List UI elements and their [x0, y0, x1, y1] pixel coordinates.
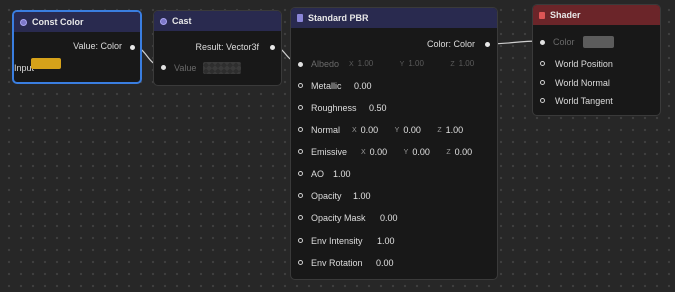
emissive-x-field[interactable]: 0.00 [370, 147, 404, 157]
node-type-icon [20, 18, 27, 26]
opacity-label: Opacity [311, 191, 342, 201]
emissive-label: Emissive [311, 147, 348, 157]
ao-value[interactable]: 1.00 [333, 169, 351, 179]
const-color-output-label: Value: Color [73, 41, 122, 51]
pbr-output-pin[interactable] [485, 42, 490, 47]
shader-header[interactable]: Shader [533, 5, 660, 25]
const-color-output-pin[interactable] [130, 45, 135, 50]
const-color-input-swatch[interactable] [31, 58, 61, 69]
opacity-mask-label: Opacity Mask [311, 213, 366, 223]
metallic-label: Metallic [311, 81, 342, 91]
node-type-icon [160, 17, 167, 25]
shader-color-label: Color [553, 37, 575, 47]
cast-node[interactable]: Cast Result: Vector3f Value [153, 10, 282, 86]
const-color-node[interactable]: Const Color Value: Color Input [12, 10, 142, 84]
ao-label: AO [311, 169, 325, 179]
albedo-label: Albedo [311, 59, 340, 69]
emissive-y-field[interactable]: 0.00 [412, 147, 446, 157]
shader-title: Shader [550, 10, 581, 20]
world-position-label: World Position [555, 59, 613, 69]
env-intensity-label: Env Intensity [311, 236, 363, 246]
normal-label: Normal [311, 125, 341, 135]
normal-x-axis: X [352, 126, 357, 134]
const-color-header[interactable]: Const Color [14, 12, 140, 32]
env-rotation-value[interactable]: 0.00 [376, 258, 394, 268]
albedo-x-axis: X [349, 60, 354, 68]
metallic-value[interactable]: 0.00 [354, 81, 372, 91]
shader-node[interactable]: Shader Color World Position World Normal… [532, 4, 661, 116]
cast-output-pin[interactable] [270, 45, 275, 50]
normal-z-field[interactable]: 1.00 [446, 125, 464, 135]
opacity-mask-value[interactable]: 0.00 [380, 213, 398, 223]
cast-title: Cast [172, 16, 192, 26]
albedo-y-field[interactable]: 1.00 [408, 58, 450, 70]
emissive-z-field[interactable]: 0.00 [455, 147, 473, 157]
world-tangent-label: World Tangent [555, 96, 613, 106]
albedo-y-axis: Y [399, 60, 405, 68]
standard-pbr-header[interactable]: Standard PBR [291, 8, 497, 28]
normal-z-axis: Z [437, 126, 442, 134]
normal-y-field[interactable]: 0.00 [403, 125, 437, 135]
cast-value-label: Value [174, 63, 197, 73]
world-normal-label: World Normal [555, 78, 610, 88]
albedo-z-field[interactable]: 1.00 [459, 58, 485, 70]
shader-icon [539, 11, 545, 19]
albedo-z-axis: Z [450, 60, 455, 68]
cast-header[interactable]: Cast [154, 11, 281, 31]
albedo-x-field[interactable]: 1.00 [358, 58, 400, 70]
normal-y-axis: Y [394, 126, 400, 134]
roughness-label: Roughness [311, 103, 357, 113]
standard-pbr-node[interactable]: Standard PBR Color: Color Albedo X 1.00 … [290, 7, 498, 280]
emissive-x-axis: X [361, 148, 366, 156]
normal-x-field[interactable]: 0.00 [361, 125, 395, 135]
const-color-title: Const Color [32, 17, 84, 27]
roughness-value[interactable]: 0.50 [369, 103, 387, 113]
cast-output-label: Result: Vector3f [195, 42, 259, 52]
standard-pbr-title: Standard PBR [308, 13, 369, 23]
shader-color-swatch[interactable] [583, 36, 614, 48]
emissive-y-axis: Y [403, 148, 409, 156]
document-icon [297, 14, 303, 22]
cast-value-checker-field[interactable] [203, 62, 241, 74]
emissive-z-axis: Z [446, 148, 451, 156]
pbr-output-label: Color: Color [426, 39, 475, 49]
opacity-value[interactable]: 1.00 [353, 191, 371, 201]
env-rotation-label: Env Rotation [311, 258, 363, 268]
env-intensity-value[interactable]: 1.00 [377, 236, 395, 246]
